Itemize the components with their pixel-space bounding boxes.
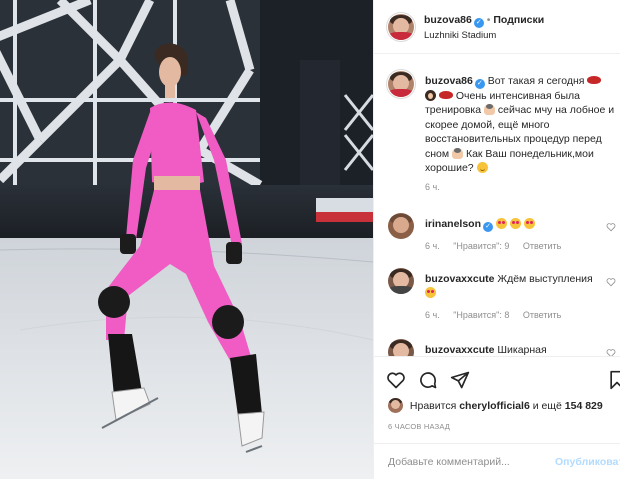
- comment-reply-button[interactable]: Ответить: [523, 310, 561, 320]
- post-header: buzova86 ✓ • Подписки Luzhniki Stadium: [374, 0, 620, 54]
- liker-avatar[interactable]: [388, 398, 403, 413]
- comment-avatar[interactable]: [388, 339, 414, 356]
- comment-body: Ждём выступления: [497, 273, 593, 285]
- verified-icon: ✓: [483, 222, 494, 232]
- comment-like-heart-icon[interactable]: [606, 277, 616, 287]
- post-timestamp[interactable]: 6 часов назад: [388, 422, 450, 431]
- add-comment-bar: Добавьте комментарий... Опубликовать: [374, 443, 620, 479]
- heart-eyes-emoji-icon: [425, 287, 436, 299]
- comment-username[interactable]: buzovaxxcute: [425, 344, 494, 356]
- comment-likes[interactable]: "Нравится": 8: [453, 310, 509, 320]
- comment-reply-button[interactable]: Ответить: [523, 241, 561, 251]
- comment-time[interactable]: 6 ч.: [425, 310, 440, 320]
- caption-avatar[interactable]: [388, 71, 414, 97]
- lips-emoji-icon: [438, 91, 453, 99]
- comment-text: irinanelson ✓: [425, 217, 605, 232]
- pray-emoji-icon: [484, 104, 495, 116]
- pray-emoji-icon: [452, 147, 464, 159]
- comment-like-heart-icon[interactable]: [606, 348, 616, 356]
- heart-eyes-emoji-icon: [509, 218, 521, 229]
- heart-icon[interactable]: [386, 370, 406, 390]
- comment-item: buzovaxxcute Ждём выступления 6 ч. "Нрав…: [388, 268, 616, 328]
- location-link[interactable]: Luzhniki Stadium: [424, 30, 496, 41]
- comment-icon[interactable]: [418, 370, 438, 390]
- comment-item: buzovaxxcute Шикарная: [388, 339, 616, 356]
- bookmark-icon[interactable]: [607, 370, 620, 390]
- post-actions: Нравится cherylofficial6 и ещё 154 829 6…: [374, 356, 620, 479]
- caption-part-1: Вот такая я сегодня: [487, 75, 585, 87]
- author-avatar[interactable]: [388, 14, 414, 40]
- woman-emoji-icon: [425, 90, 436, 101]
- caption-time[interactable]: 6 ч.: [425, 182, 440, 192]
- comments-list[interactable]: buzova86 ✓ Вот такая я сегодня Очень инте…: [374, 55, 620, 356]
- likes-middle: и ещё: [532, 400, 562, 412]
- author-username[interactable]: buzova86: [424, 14, 472, 26]
- likes-prefix: Нравится: [409, 400, 457, 412]
- comment-time[interactable]: 6 ч.: [425, 241, 440, 251]
- comment-like-heart-icon[interactable]: [606, 222, 616, 232]
- comment-body: Шикарная: [497, 344, 547, 356]
- lips-emoji-icon: [587, 76, 602, 84]
- comment-text: buzovaxxcute Ждём выступления: [425, 272, 605, 301]
- follow-button[interactable]: Подписки: [493, 14, 544, 26]
- comment-item: irinanelson ✓ 6 ч. "Нравится": 9 Ответить: [388, 213, 616, 273]
- comment-input[interactable]: Добавьте комментарий...: [388, 456, 510, 468]
- verified-icon: ✓: [474, 79, 485, 89]
- caption-text: buzova86 ✓ Вот такая я сегодня Очень инте…: [425, 74, 615, 175]
- comment-username[interactable]: buzovaxxcute: [425, 273, 494, 285]
- comment-meta: 6 ч. "Нравится": 9 Ответить: [425, 241, 572, 251]
- caption-part-4: Как Ваш понедельник,мои хорошие?: [425, 147, 594, 175]
- caption-username[interactable]: buzova86: [425, 75, 473, 87]
- post-photo[interactable]: [0, 0, 373, 479]
- publish-button[interactable]: Опубликовать: [555, 456, 620, 468]
- share-icon[interactable]: [450, 370, 470, 390]
- post-panel: buzova86 ✓ • Подписки Luzhniki Stadium bu…: [373, 0, 620, 479]
- smile-emoji-icon: [476, 162, 488, 174]
- comment-username[interactable]: irinanelson: [425, 218, 481, 230]
- heart-eyes-emoji-icon: [523, 218, 535, 229]
- comment-meta: 6 ч. "Нравится": 8 Ответить: [425, 310, 572, 320]
- likes-count[interactable]: 154 829: [565, 400, 603, 412]
- comment-text: buzovaxxcute Шикарная: [425, 343, 605, 356]
- comment-likes[interactable]: "Нравится": 9: [453, 241, 509, 251]
- comment-avatar[interactable]: [388, 213, 414, 239]
- likes-summary: Нравится cherylofficial6 и ещё 154 829: [388, 398, 603, 413]
- liker-username[interactable]: cherylofficial6: [459, 400, 530, 412]
- verified-icon: ✓: [473, 18, 484, 28]
- author-line: buzova86 ✓ • Подписки: [424, 14, 544, 28]
- comment-avatar[interactable]: [388, 268, 414, 294]
- heart-eyes-emoji-icon: [495, 218, 507, 229]
- post-image: [0, 0, 373, 479]
